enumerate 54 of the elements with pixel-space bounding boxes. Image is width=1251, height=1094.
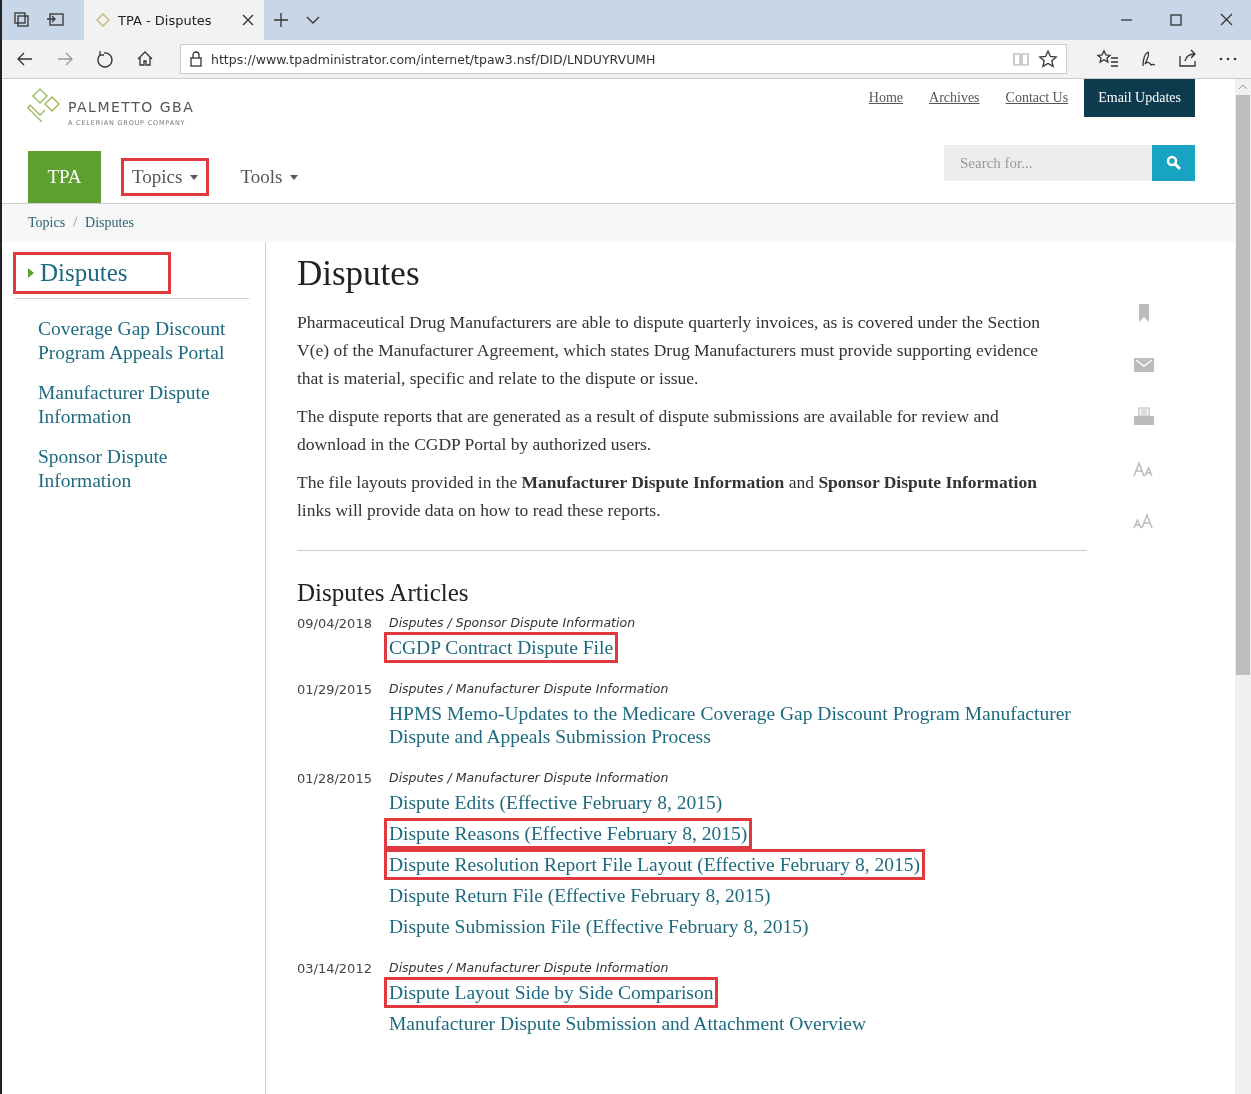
- article-link[interactable]: Dispute Layout Side by Side Comparison: [384, 977, 719, 1008]
- article-date: 03/14/2012: [297, 960, 373, 978]
- nav-menu[interactable]: Topics: [121, 158, 210, 196]
- search-icon: [1165, 155, 1182, 171]
- caret-icon: [190, 174, 199, 180]
- nav-menu[interactable]: Tools: [229, 158, 310, 196]
- tab-title: TPA - Disputes: [118, 12, 213, 28]
- article-link[interactable]: Dispute Return File (Effective February 8, 2015): [384, 880, 776, 911]
- page-title: Disputes: [297, 254, 421, 294]
- email-updates-button[interactable]: Email Updates: [1084, 79, 1195, 117]
- scrollbar-thumb[interactable]: [1236, 95, 1250, 675]
- lock-icon: [189, 51, 203, 67]
- sidebar-heading[interactable]: Disputes: [13, 252, 171, 294]
- article-link[interactable]: Manufacturer Dispute Submission and Attachment Overview: [384, 1008, 872, 1039]
- logo-name: PALMETTO GBA: [68, 99, 195, 115]
- close-icon[interactable]: [242, 14, 254, 26]
- sidebar-link[interactable]: Coverage Gap Discount Program Appeals Portal: [38, 317, 253, 365]
- sidebar-link[interactable]: Sponsor Dispute Information: [38, 445, 253, 493]
- star-icon[interactable]: [1038, 49, 1058, 69]
- utility-link[interactable]: Home: [868, 90, 904, 106]
- article-date: 09/04/2018: [297, 615, 373, 633]
- body-paragraph: Pharmaceutical Drug Manufacturers are able to dispute quarterly invoices, as is covered under the Section V(e) of the Manufacturer Agreement, which states Drug Manufacturers must provide supporting evidence that is material, specific and relate to the dispute or issue.: [297, 311, 1041, 390]
- breadcrumb-link[interactable]: Disputes: [85, 215, 135, 231]
- site-tab[interactable]: TPA: [28, 151, 101, 203]
- reading-view-icon[interactable]: [1012, 51, 1030, 67]
- article-date: 01/29/2015: [297, 681, 373, 699]
- article-link[interactable]: Dispute Reasons (Effective February 8, 2015): [384, 818, 753, 849]
- print-icon[interactable]: [1133, 406, 1155, 428]
- browser-tab[interactable]: TPA - Disputes: [84, 0, 264, 40]
- url-text: https://www.tpadministrator.com/internet/tpaw3.nsf/DID/LNDUYRVUMH: [211, 51, 657, 67]
- breadcrumb-separator: /: [73, 215, 78, 231]
- sidebar-link[interactable]: Manufacturer Dispute Information: [38, 381, 253, 429]
- article-link[interactable]: CGDP Contract Dispute File: [384, 632, 619, 663]
- utility-link[interactable]: Archives: [929, 90, 980, 106]
- body-paragraph: The dispute reports that are generated as a result of dispute submissions are available for review and download in the CGDP Portal by authorized users.: [297, 405, 1000, 456]
- body-paragraph: The file layouts provided in the Manufacturer Dispute Information and Sponsor Dispute Information links will provide data on how to read these reports.: [297, 471, 1038, 522]
- utility-link[interactable]: Contact Us: [1005, 90, 1069, 106]
- caret-icon: [290, 174, 299, 180]
- article-link[interactable]: Dispute Submission File (Effective February 8, 2015): [384, 911, 814, 942]
- article-link[interactable]: HPMS Memo-Updates to the Medicare Coverage Gap Discount Program Manufacturer Dispute and Appeals Submission Process: [384, 698, 1084, 752]
- article-category: Disputes / Manufacturer Dispute Information: [389, 960, 670, 975]
- favicon-icon: [96, 13, 110, 27]
- article-category: Disputes / Manufacturer Dispute Information: [389, 681, 670, 696]
- breadcrumb-link[interactable]: Topics: [28, 215, 66, 231]
- article-category: Disputes / Sponsor Dispute Information: [389, 615, 637, 630]
- search-button[interactable]: [1152, 145, 1195, 181]
- section-heading: Disputes Articles: [297, 579, 470, 607]
- article-link[interactable]: Dispute Edits (Effective February 8, 2015): [384, 787, 728, 818]
- address-bar[interactable]: https://www.tpadministrator.com/internet/tpaw3.nsf/DID/LNDUYRVUMH: [180, 44, 1067, 74]
- article-date: 01/28/2015: [297, 770, 373, 788]
- triangle-icon: [28, 268, 34, 278]
- search-field[interactable]: Search for...: [944, 145, 1152, 181]
- article-category: Disputes / Manufacturer Dispute Information: [389, 770, 670, 785]
- article-link[interactable]: Dispute Resolution Report File Layout (Effective February 8, 2015): [384, 849, 925, 880]
